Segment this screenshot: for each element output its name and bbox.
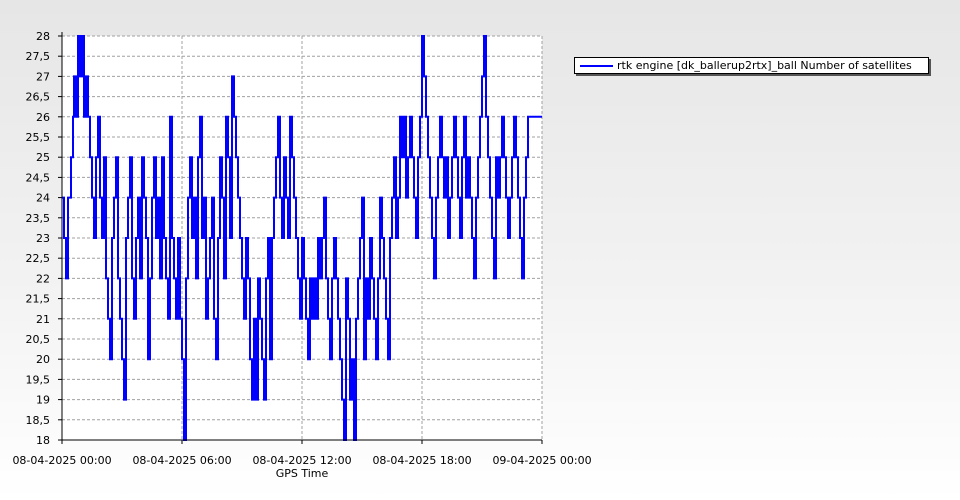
y-tick-label: 19: [36, 394, 50, 407]
y-tick-label: 27,5: [26, 50, 51, 63]
x-tick-label: 09-04-2025 00:00: [492, 454, 591, 467]
y-tick-label: 20: [36, 353, 50, 366]
x-tick-label: 08-04-2025 00:00: [12, 454, 111, 467]
y-tick-label: 23,5: [26, 212, 51, 225]
y-tick-label: 25: [36, 151, 50, 164]
legend-series-label: rtk engine [dk_ballerup2rtx]_ball Number…: [617, 59, 912, 72]
x-axis-title: GPS Time: [276, 467, 329, 480]
y-tick-label: 25,5: [26, 131, 51, 144]
y-tick-label: 26: [36, 111, 50, 124]
y-tick-label: 21,5: [26, 293, 51, 306]
x-tick-label: 08-04-2025 18:00: [372, 454, 471, 467]
x-tick-label: 08-04-2025 12:00: [252, 454, 351, 467]
y-tick-label: 27: [36, 70, 50, 83]
y-tick-label: 23: [36, 232, 50, 245]
y-tick-label: 22,5: [26, 252, 51, 265]
y-tick-label: 26,5: [26, 91, 51, 104]
y-tick-label: 18: [36, 434, 50, 447]
x-tick-label: 08-04-2025 06:00: [132, 454, 231, 467]
y-tick-label: 18,5: [26, 414, 51, 427]
y-tick-label: 22: [36, 272, 50, 285]
legend-swatch: [580, 65, 613, 67]
y-tick-label: 21: [36, 313, 50, 326]
y-tick-label: 20,5: [26, 333, 51, 346]
y-tick-label: 24,5: [26, 171, 51, 184]
y-tick-label: 24: [36, 192, 50, 205]
y-tick-label: 19,5: [26, 373, 51, 386]
y-tick-label: 28: [36, 30, 50, 43]
legend: rtk engine [dk_ballerup2rtx]_ball Number…: [574, 57, 929, 74]
chart: 18 18,5 19 19,5 20 20,5 21 21,5 22 22,5 23 23,5 24 24…: [12, 30, 591, 480]
